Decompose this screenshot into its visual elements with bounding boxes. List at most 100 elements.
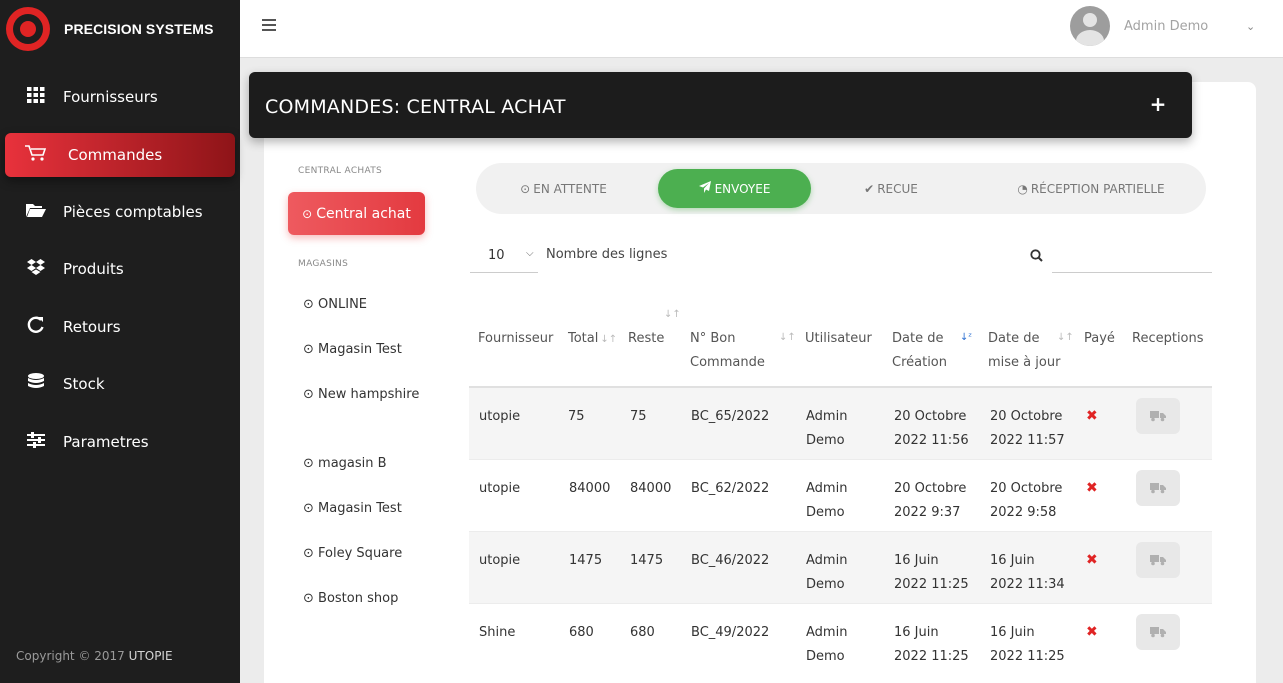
header-label: Date de mise à jour: [988, 331, 1061, 370]
user-name[interactable]: Admin Demo: [1124, 19, 1208, 34]
brand[interactable]: PRECISION SYSTEMS: [0, 0, 240, 58]
search-icon: [1030, 247, 1044, 262]
page-title: COMMANDES: CENTRAL ACHAT: [265, 96, 566, 118]
unpaid-x-icon: ✖: [1086, 408, 1098, 424]
store-item[interactable]: ⊙ Foley Square: [303, 542, 423, 566]
header-label: Utilisateur: [805, 331, 872, 346]
store-item[interactable]: ⊙ Magasin Test: [303, 338, 423, 362]
store-item[interactable]: ⊙ Magasin Test: [303, 497, 423, 521]
cell-utilisateur: Admin Demo: [806, 477, 847, 525]
cell-line: 2022 11:25: [894, 577, 969, 592]
truck-icon: [1150, 479, 1166, 498]
sort-active-icon: ↓ᶻ: [960, 332, 973, 343]
cell-bon-commande: BC_46/2022: [691, 553, 770, 568]
column-header-bon-commande[interactable]: N° Bon Commande: [690, 327, 765, 375]
sort-icon: ↓↑: [664, 309, 681, 320]
column-header-total[interactable]: Total ↓↑: [568, 327, 617, 352]
header-label: Payé: [1084, 331, 1115, 346]
reception-truck-button[interactable]: [1136, 470, 1180, 506]
sidebar-item-pieces-comptables[interactable]: Pièces comptables: [5, 190, 235, 234]
column-header-fournisseur[interactable]: Fournisseur: [478, 327, 553, 351]
table-row[interactable]: Shine 680 680 BC_49/2022 Admin Demo 16 Ju…: [469, 604, 1212, 676]
table-row[interactable]: utopie 1475 1475 BC_46/2022 Admin Demo 16…: [469, 532, 1212, 604]
cell-line: 16 Juin: [894, 553, 939, 568]
clock-icon: ⊙: [520, 181, 531, 196]
sidebar-item-stock[interactable]: Stock: [5, 362, 235, 406]
tab-recue[interactable]: ✔ RECUE: [836, 169, 946, 208]
cell-bon-commande: BC_62/2022: [691, 481, 770, 496]
store-label: magasin B: [318, 456, 387, 471]
cell-line: 2022 11:56: [894, 433, 969, 448]
chevron-down-icon[interactable]: ⌄: [1246, 20, 1255, 33]
central-achat-label: Central achat: [316, 205, 411, 222]
header-label: Reste: [628, 331, 665, 346]
reception-truck-button[interactable]: [1136, 398, 1180, 434]
sidebar-item-fournisseurs[interactable]: Fournisseurs: [5, 75, 235, 119]
cell-line: 16 Juin: [894, 625, 939, 640]
sidebar: PRECISION SYSTEMS Fournisseurs Commandes…: [0, 0, 240, 683]
clock-icon: ⊙: [303, 297, 319, 312]
central-achat-button[interactable]: ⊙ Central achat: [288, 192, 425, 235]
cell-line: 2022 9:58: [990, 505, 1057, 520]
store-item[interactable]: ⊙ New hampshire: [303, 383, 423, 407]
cell-line: Demo: [806, 505, 845, 520]
column-header-paye[interactable]: Payé: [1084, 327, 1115, 351]
column-header-date-maj[interactable]: Date de mise à jour: [988, 327, 1064, 375]
sidebar-item-commandes[interactable]: Commandes: [5, 133, 235, 177]
clock-icon: ⊙: [303, 501, 319, 516]
reception-truck-button[interactable]: [1136, 614, 1180, 650]
copyright: Copyright © 2017 UTOPIE: [16, 649, 173, 663]
database-icon: [18, 373, 54, 395]
cell-reste: 75: [630, 409, 647, 424]
store-label: New hampshire: [318, 387, 420, 402]
cell-date-maj: 20 Octobre 2022 11:57: [990, 405, 1065, 453]
copyright-brand: UTOPIE: [128, 649, 173, 663]
cell-utilisateur: Admin Demo: [806, 549, 847, 597]
store-item[interactable]: ⊙ ONLINE: [303, 293, 423, 317]
table-row[interactable]: utopie 75 75 BC_65/2022 Admin Demo 20 Oct…: [469, 388, 1212, 460]
table-row[interactable]: utopie 84000 84000 BC_62/2022 Admin Demo …: [469, 460, 1212, 532]
store-item[interactable]: ⊙ magasin B: [303, 452, 423, 476]
rows-per-page-select[interactable]: 10 ⌵: [470, 241, 538, 273]
copyright-text: Copyright © 2017: [16, 649, 125, 663]
sidebar-item-label: Retours: [63, 318, 121, 336]
logo-icon: [6, 7, 50, 51]
cell-line: Admin: [806, 409, 848, 424]
search-input[interactable]: [1052, 241, 1212, 273]
folder-open-icon: [18, 202, 54, 222]
tab-envoyee[interactable]: ENVOYEE: [658, 169, 811, 208]
column-header-receptions[interactable]: Receptions: [1132, 327, 1204, 351]
avatar[interactable]: [1070, 6, 1110, 46]
store-label: ONLINE: [318, 297, 368, 312]
store-label: Boston shop: [318, 591, 399, 606]
sidebar-item-label: Produits: [63, 260, 124, 278]
grid-icon: [18, 87, 54, 107]
cell-utilisateur: Admin Demo: [806, 621, 847, 669]
column-header-reste[interactable]: Reste: [628, 327, 664, 351]
reception-truck-button[interactable]: [1136, 542, 1180, 578]
sort-icon: ↓↑: [1057, 332, 1074, 343]
column-header-utilisateur[interactable]: Utilisateur: [805, 327, 872, 351]
sidebar-item-parametres[interactable]: Parametres: [5, 420, 235, 464]
cell-line: 20 Octobre: [990, 409, 1063, 424]
cell-date-maj: 16 Juin 2022 11:34: [990, 549, 1065, 597]
sidebar-item-produits[interactable]: Produits: [5, 247, 235, 291]
cell-utilisateur: Admin Demo: [806, 405, 847, 453]
hamburger-menu-icon[interactable]: [262, 19, 276, 31]
cell-date-creation: 16 Juin 2022 11:25: [894, 621, 969, 669]
header-label: Receptions: [1132, 331, 1204, 346]
cell-fournisseur: Shine: [479, 625, 516, 640]
tab-label: RECUE: [877, 181, 918, 196]
plus-icon[interactable]: +: [1148, 92, 1168, 116]
truck-icon: [1150, 551, 1166, 570]
cell-reste: 84000: [630, 481, 672, 496]
sidebar-item-label: Pièces comptables: [63, 203, 203, 221]
cell-fournisseur: utopie: [479, 481, 521, 496]
tab-en-attente[interactable]: ⊙ EN ATTENTE: [496, 169, 631, 208]
cell-line: Admin: [806, 553, 848, 568]
cell-line: Demo: [806, 649, 845, 664]
sidebar-item-retours[interactable]: Retours: [5, 305, 235, 349]
column-header-date-creation[interactable]: Date de Création: [892, 327, 952, 375]
store-item[interactable]: ⊙ Boston shop: [303, 587, 423, 611]
tab-reception-partielle[interactable]: ◔ RÉCEPTION PARTIELLE: [991, 169, 1191, 208]
